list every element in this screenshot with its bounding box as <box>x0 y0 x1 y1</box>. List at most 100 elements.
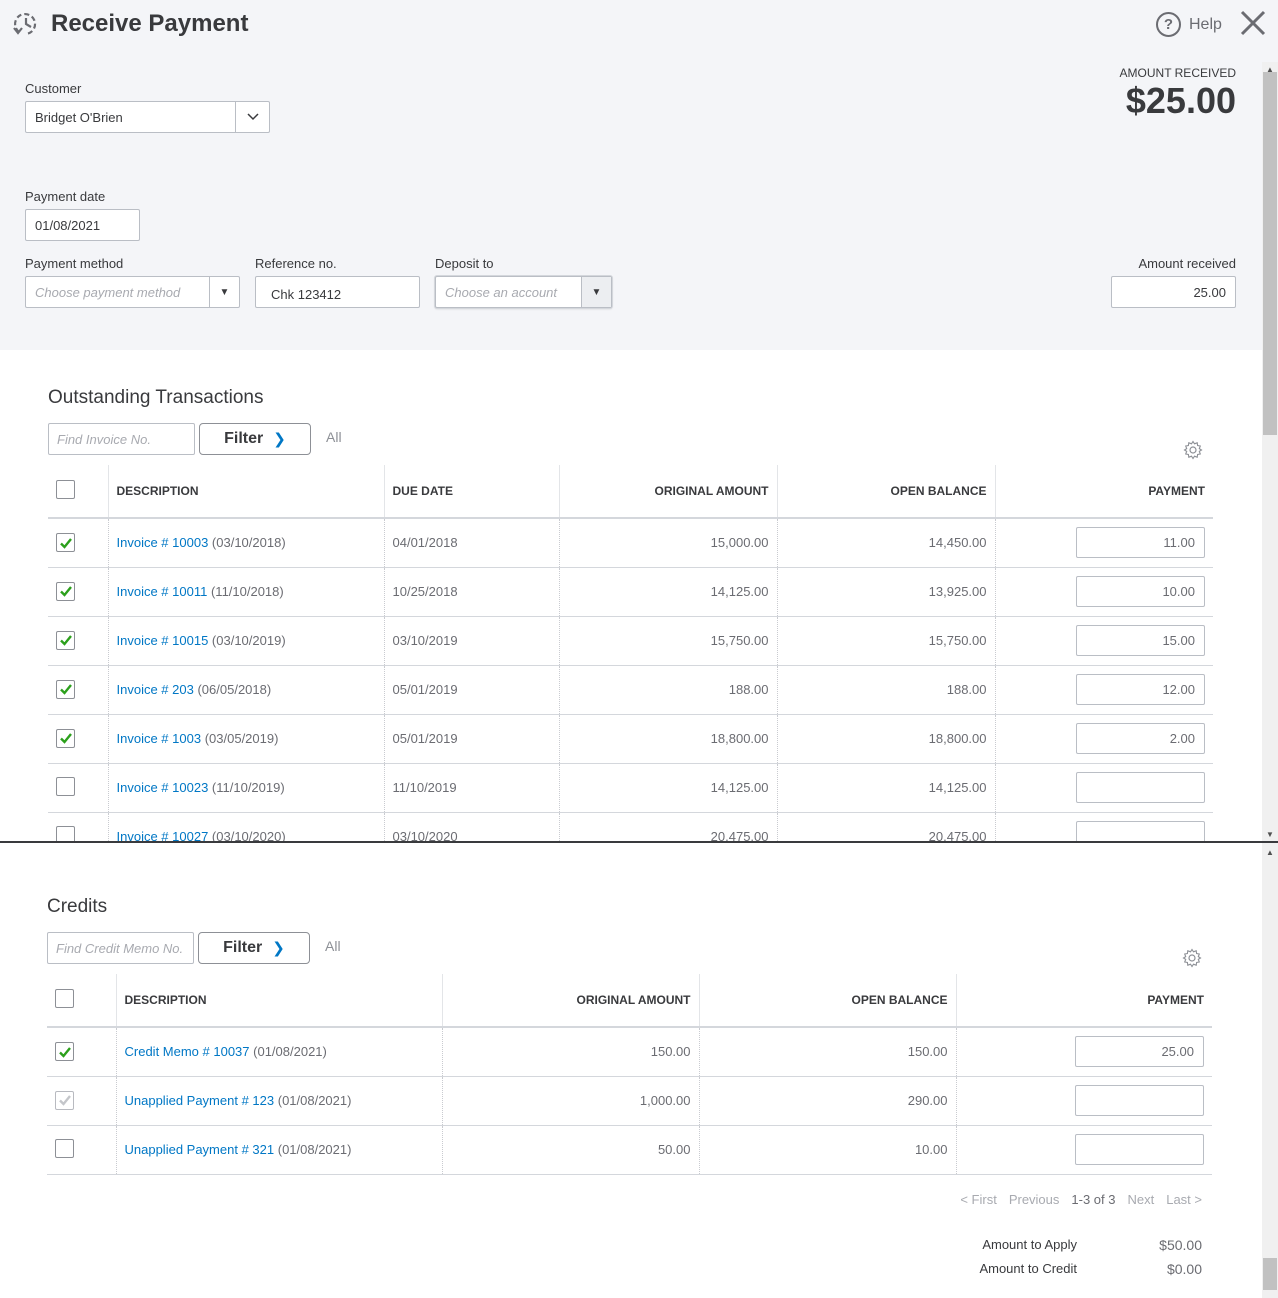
outstanding-scroll-region: Outstanding Transactions Find Invoice No… <box>0 350 1262 841</box>
payment-method-placeholder: Choose payment method <box>35 284 181 300</box>
column-header[interactable]: ORIGINAL AMOUNT <box>558 465 777 519</box>
invoice-link[interactable]: Invoice # 10003 <box>117 535 209 550</box>
pager-first[interactable]: < First <box>960 1192 996 1207</box>
outstanding-filter-button[interactable]: Filter ❯ <box>199 423 311 455</box>
amount-received-total: $25.00 <box>1125 80 1236 121</box>
invoice-link[interactable]: Invoice # 10011 <box>117 584 208 599</box>
invoice-link[interactable]: Invoice # 10027 <box>117 829 209 841</box>
select-all-checkbox[interactable] <box>55 989 74 1008</box>
scrollbar-thumb[interactable] <box>1263 1258 1277 1290</box>
find-invoice-input[interactable]: Find Invoice No. <box>48 423 195 455</box>
credits-pager: < First Previous 1-3 of 3 Next Last > <box>960 1192 1202 1207</box>
column-header: PAYMENT <box>994 465 1213 519</box>
table-row: Unapplied Payment # 123 (01/08/2021) 1,00… <box>47 1076 1212 1126</box>
filter-label: Filter <box>223 939 263 956</box>
row-checkbox[interactable] <box>56 728 75 748</box>
row-checkbox[interactable] <box>56 679 75 699</box>
invoice-date: (03/10/2019) <box>211 633 286 648</box>
invoice-link[interactable]: Invoice # 203 <box>117 682 194 697</box>
help-label: Help <box>1189 15 1222 33</box>
column-header[interactable]: DESCRIPTION <box>107 465 384 519</box>
outstanding-all-link[interactable]: All <box>326 429 342 445</box>
row-checkbox[interactable] <box>55 1090 74 1110</box>
open-cell: 290.00 <box>698 1076 956 1126</box>
row-checkbox[interactable] <box>56 776 75 796</box>
chevron-right-icon: ❯ <box>273 431 286 448</box>
invoice-date: (06/05/2018) <box>197 682 272 697</box>
open-cell: 13,925.00 <box>776 567 995 617</box>
caret-down-icon[interactable]: ▼ <box>209 277 239 307</box>
invoice-date: (11/10/2019) <box>211 780 285 795</box>
credit-link[interactable]: Unapplied Payment # 321 <box>125 1142 275 1157</box>
row-checkbox[interactable] <box>56 825 75 841</box>
original-cell: 150.00 <box>441 1027 699 1077</box>
original-cell: 14,125.00 <box>558 763 777 813</box>
payment-input[interactable]: 10.00 <box>1076 576 1205 607</box>
row-checkbox[interactable] <box>56 630 75 650</box>
invoice-link[interactable]: Invoice # 1003 <box>117 731 202 746</box>
row-checkbox[interactable] <box>56 533 75 552</box>
due-cell: 03/10/2020 <box>383 812 559 841</box>
select-all-checkbox[interactable] <box>56 480 75 499</box>
payment-date-input[interactable]: 01/08/2021 <box>25 209 140 241</box>
credits-filter-button[interactable]: Filter ❯ <box>198 932 310 964</box>
payment-input[interactable]: 15.00 <box>1076 625 1205 656</box>
invoice-date: (11/10/2018) <box>210 584 284 599</box>
payment-input[interactable] <box>1076 772 1205 803</box>
help-icon: ? <box>1156 12 1181 37</box>
customer-select[interactable]: Bridget O'Brien <box>25 101 270 133</box>
open-cell: 188.00 <box>776 665 995 715</box>
scroll-up-icon[interactable]: ▲ <box>1262 845 1278 859</box>
pager-last[interactable]: Last > <box>1166 1192 1202 1207</box>
column-header[interactable]: DUE DATE <box>383 465 559 519</box>
row-checkbox[interactable] <box>56 581 75 601</box>
caret-down-icon[interactable]: ▼ <box>581 277 611 307</box>
credits-all-link[interactable]: All <box>325 938 341 954</box>
amount-to-apply-label: Amount to Apply <box>982 1237 1077 1252</box>
receive-payment-icon <box>13 12 37 36</box>
scrollbar-thumb[interactable] <box>1263 72 1277 435</box>
close-icon[interactable] <box>1238 8 1268 38</box>
pager-next[interactable]: Next <box>1127 1192 1154 1207</box>
customer-label: Customer <box>25 81 82 96</box>
gear-icon[interactable] <box>1182 948 1202 968</box>
row-checkbox[interactable] <box>55 1042 74 1061</box>
invoice-link[interactable]: Invoice # 10015 <box>117 633 209 648</box>
reference-input[interactable]: Chk 123412 <box>255 276 420 308</box>
payment-input[interactable] <box>1075 1134 1204 1165</box>
pager-previous[interactable]: Previous <box>1009 1192 1060 1207</box>
open-cell: 14,450.00 <box>776 518 995 568</box>
credit-link[interactable]: Unapplied Payment # 123 <box>125 1093 275 1108</box>
original-cell: 15,000.00 <box>558 518 777 568</box>
invoice-link[interactable]: Invoice # 10023 <box>117 780 209 795</box>
due-cell: 05/01/2019 <box>383 665 559 715</box>
deposit-select[interactable]: Choose an account ▼ <box>435 276 612 308</box>
find-credit-memo-input[interactable]: Find Credit Memo No. <box>47 932 194 964</box>
original-cell: 188.00 <box>558 665 777 715</box>
column-header[interactable]: OPEN BALANCE <box>698 974 956 1028</box>
column-header[interactable]: DESCRIPTION <box>115 974 442 1028</box>
payment-input[interactable] <box>1076 821 1205 841</box>
payment-input[interactable]: 12.00 <box>1076 674 1205 705</box>
credit-link[interactable]: Credit Memo # 10037 <box>125 1044 250 1059</box>
gear-icon[interactable] <box>1183 440 1203 460</box>
open-cell: 14,125.00 <box>776 763 995 813</box>
payment-input[interactable]: 11.00 <box>1076 527 1205 559</box>
amount-received-label: Amount received <box>1138 256 1236 271</box>
amount-received-input[interactable]: 25.00 <box>1111 276 1236 308</box>
payment-input[interactable]: 2.00 <box>1076 723 1205 754</box>
column-header[interactable]: ORIGINAL AMOUNT <box>441 974 699 1028</box>
chevron-down-icon[interactable] <box>235 102 269 132</box>
payment-date-value: 01/08/2021 <box>35 217 101 233</box>
payment-input[interactable] <box>1075 1085 1204 1116</box>
column-header[interactable]: OPEN BALANCE <box>776 465 995 519</box>
credit-date: (01/08/2021) <box>277 1093 352 1108</box>
table-row: Invoice # 10003 (03/10/2018) 04/01/2018 15… <box>48 518 1213 568</box>
payment-input[interactable]: 25.00 <box>1075 1036 1204 1068</box>
outstanding-scrollbar[interactable]: ▲ ▼ <box>1262 62 1278 841</box>
credits-scrollbar[interactable]: ▲ <box>1262 843 1278 1298</box>
scroll-down-icon[interactable]: ▼ <box>1262 827 1278 841</box>
row-checkbox[interactable] <box>55 1138 74 1158</box>
help-button[interactable]: ? Help <box>1156 12 1222 37</box>
payment-method-select[interactable]: Choose payment method ▼ <box>25 276 240 308</box>
